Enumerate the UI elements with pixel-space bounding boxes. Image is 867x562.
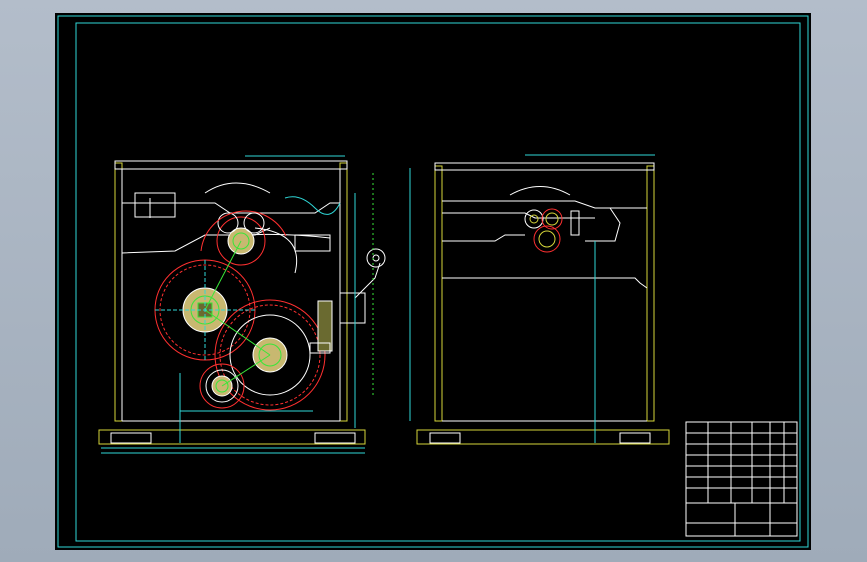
front-base-foot-left [110,432,152,444]
cad-viewport[interactable] [0,0,867,562]
front-left-wall [114,162,123,422]
front-right-wall [339,162,348,422]
side-left-wall [434,165,443,422]
title-block [685,421,798,537]
side-right-wall [646,165,655,422]
front-base [98,429,366,445]
technical-notes [683,311,773,359]
front-view [98,155,386,454]
side-gear-bottom [533,225,561,253]
sheet-border-inner [75,22,801,542]
cad-drawing [57,15,809,548]
side-top-plate [434,162,655,171]
handwheel [366,248,386,268]
drawing-canvas[interactable] [55,13,811,550]
side-gear-top [524,209,544,229]
front-top-plate [114,160,348,170]
side-view [409,154,670,445]
side-base [416,429,670,445]
front-base-foot-right [314,432,356,444]
